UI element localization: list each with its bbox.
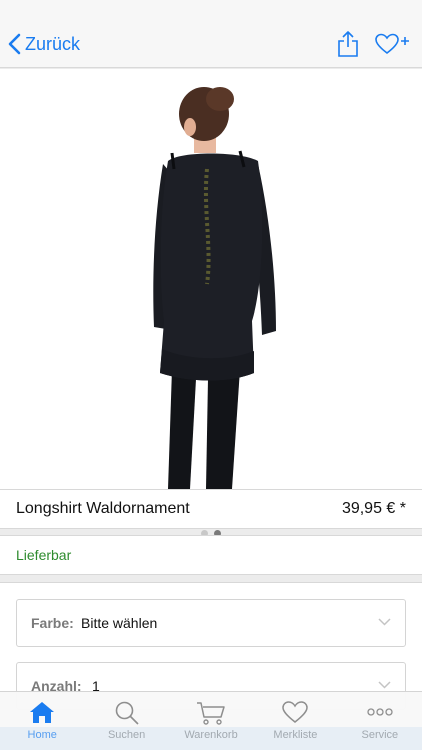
search-icon <box>115 701 139 725</box>
tab-label: Home <box>27 729 57 741</box>
navigation-bar: Zurück <box>0 0 422 68</box>
more-icon <box>367 708 393 716</box>
tab-service[interactable]: Service <box>338 692 422 750</box>
back-label: Zurück <box>25 33 81 54</box>
back-button[interactable]: Zurück <box>8 30 80 58</box>
cart-icon <box>197 702 225 725</box>
chevron-down-icon <box>378 681 391 689</box>
product-title-row: Longshirt Waldornament 39,95 € * <box>0 489 422 529</box>
tab-label: Service <box>361 729 399 741</box>
availability-status: Lieferbar <box>16 547 72 563</box>
tab-label: Warenkorb <box>184 729 238 741</box>
tab-cart[interactable]: Warenkorb <box>169 692 253 750</box>
heart-plus-icon[interactable] <box>374 32 410 56</box>
tab-home[interactable]: Home <box>0 692 84 750</box>
color-select-value: Bitte wählen <box>81 615 158 631</box>
home-icon <box>30 702 55 723</box>
heart-icon <box>282 701 309 723</box>
chevron-left-icon <box>8 33 21 55</box>
color-select[interactable]: Farbe: Bitte wählen <box>16 599 406 647</box>
tab-search[interactable]: Suchen <box>84 692 168 750</box>
tab-wishlist[interactable]: Merkliste <box>253 692 337 750</box>
product-photo <box>0 69 422 489</box>
tab-label: Merkliste <box>273 729 318 741</box>
product-price: 39,95 € * <box>341 500 406 517</box>
tab-bar: Home Suchen Warenkorb Merkliste Service <box>0 691 422 750</box>
tab-label: Suchen <box>107 729 146 741</box>
availability-row: Lieferbar <box>0 535 422 575</box>
product-title: Longshirt Waldornament <box>16 500 190 517</box>
chevron-down-icon <box>378 618 391 626</box>
color-select-label: Farbe: <box>31 615 74 631</box>
product-image-gallery[interactable] <box>0 69 422 537</box>
product-detail-screen: Zurück Longshirt Waldornament 39,95 € * … <box>0 0 422 750</box>
share-icon[interactable] <box>336 30 360 58</box>
